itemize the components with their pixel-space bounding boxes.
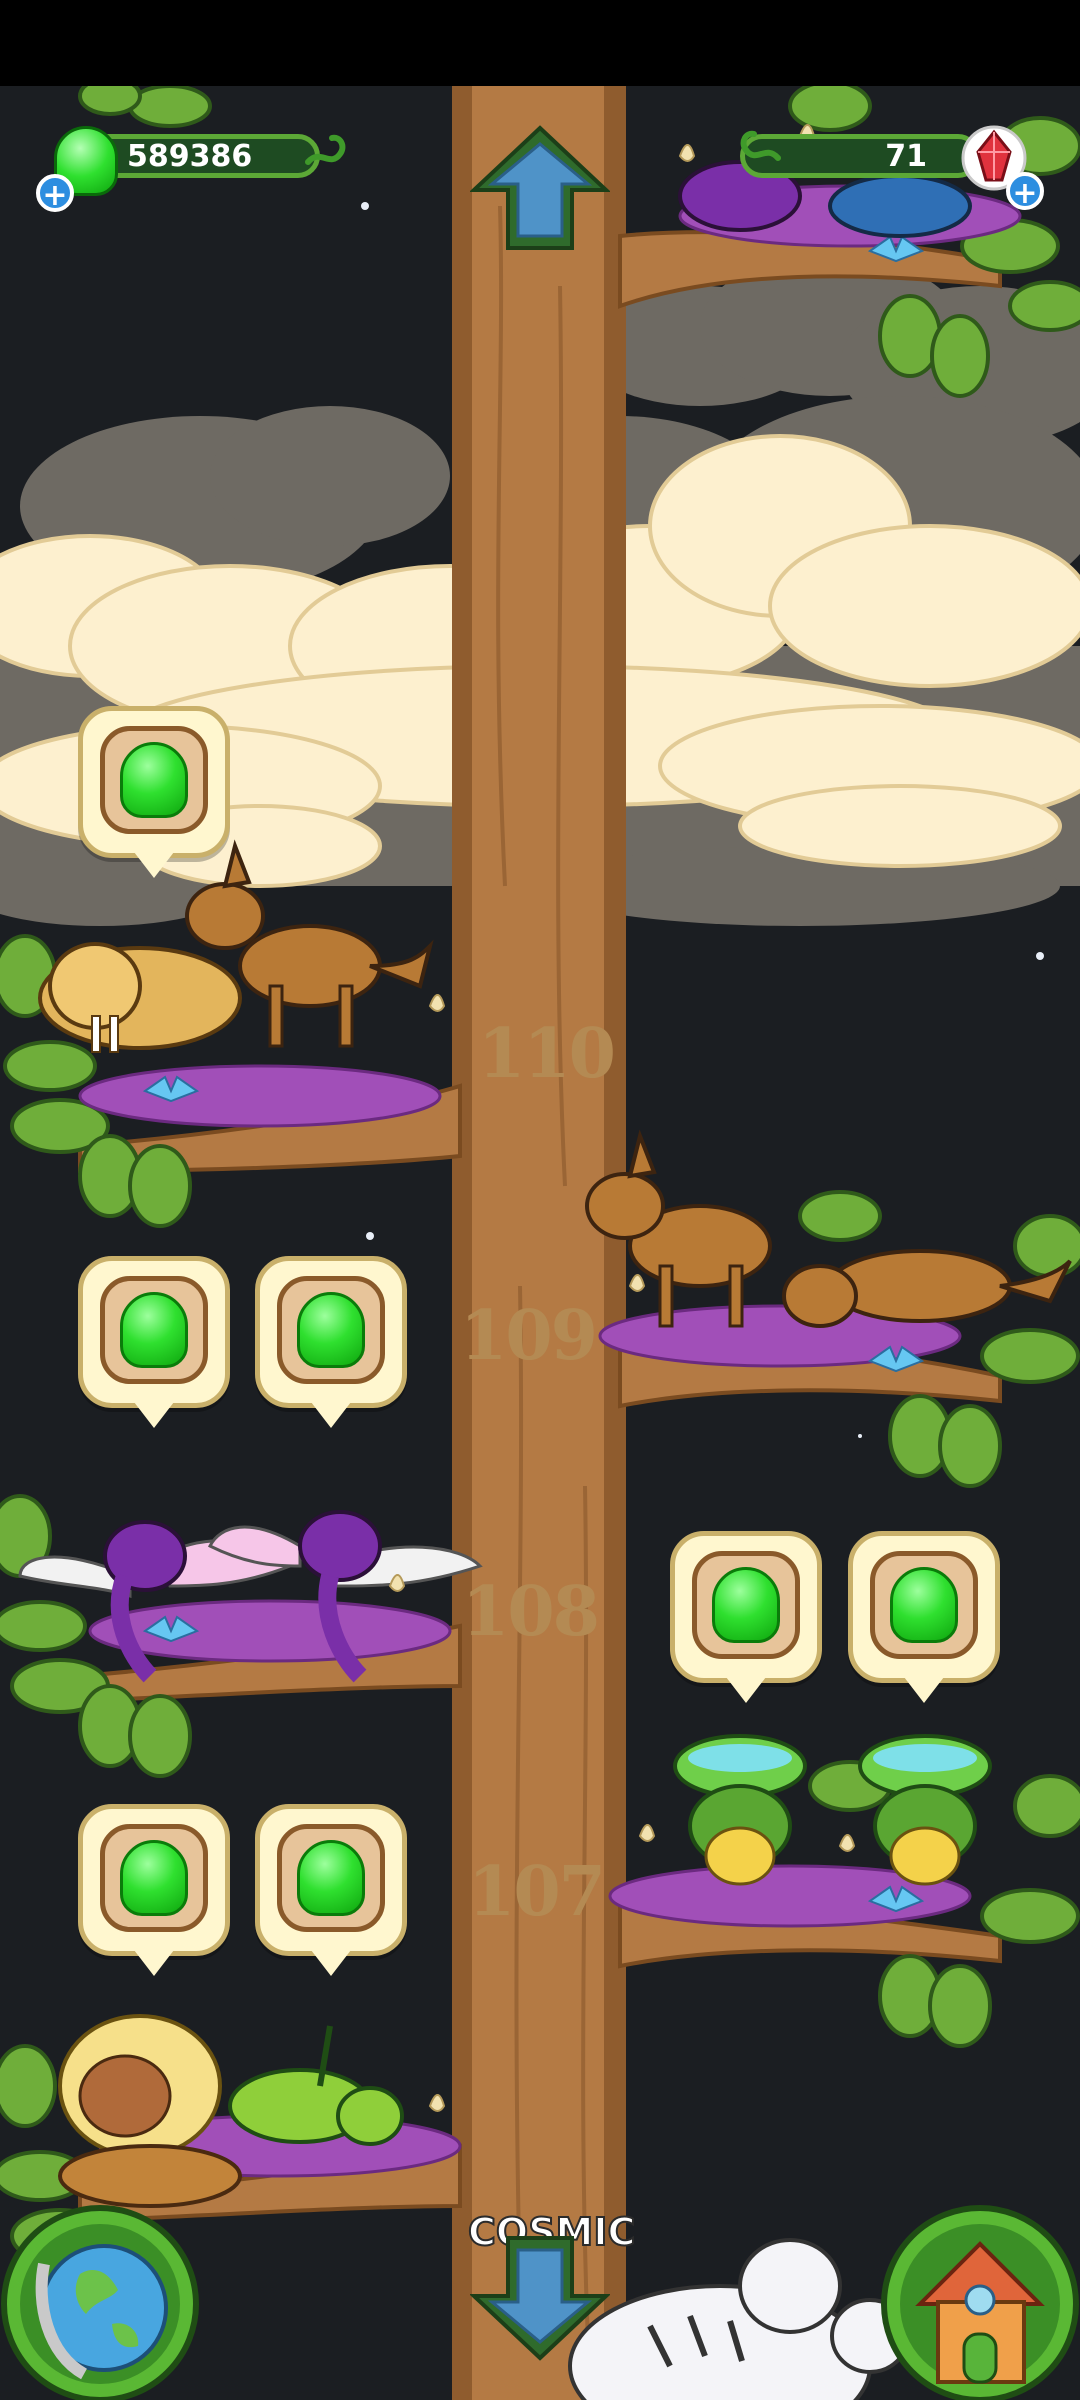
creature-golden-ape <box>58 2014 242 2208</box>
creature-lilypad-b <box>858 1734 992 1886</box>
gem-value: 71 <box>885 138 927 174</box>
globe-icon <box>1 2205 199 2400</box>
level-number-107: 107 <box>468 1852 606 1932</box>
currency-value: 589386 <box>127 138 253 174</box>
evolution-tree-scene[interactable]: 110 109 108 107 COSMIC <box>0 86 1080 2400</box>
creature-sabertooth <box>38 942 242 1053</box>
jelly-bubble-108-b[interactable] <box>255 1256 407 1428</box>
green-jelly-icon <box>120 1292 188 1368</box>
home-button[interactable] <box>880 2204 1080 2400</box>
green-jelly-icon <box>120 742 188 818</box>
green-jelly-icon <box>297 1292 365 1368</box>
jelly-bubble-108-a[interactable] <box>78 1256 230 1428</box>
add-currency-button[interactable]: + <box>36 174 74 213</box>
jelly-bubble-106-a[interactable] <box>78 1804 230 1976</box>
jelly-bubble-106-b[interactable] <box>255 1804 407 1976</box>
jelly-bubble-107-b[interactable] <box>848 1531 1000 1703</box>
green-jelly-icon <box>120 1840 188 1916</box>
green-jelly-icon <box>297 1840 365 1916</box>
green-jelly-icon <box>890 1567 958 1643</box>
green-jelly-icon <box>712 1567 780 1643</box>
status-bar <box>0 0 1080 86</box>
house-icon <box>881 2205 1079 2400</box>
arrow-down-icon <box>468 2236 612 2361</box>
leaf-swirl-icon <box>736 124 786 172</box>
game-screen: 110 109 108 107 COSMIC 589386 + 71 + <box>0 0 1080 2400</box>
scroll-down-button[interactable] <box>468 2234 612 2366</box>
level-number-108: 108 <box>462 1572 600 1652</box>
world-map-button[interactable] <box>0 2204 200 2400</box>
level-number-109: 109 <box>460 1296 598 1376</box>
scroll-up-button[interactable] <box>468 124 612 256</box>
scene-background <box>0 86 1080 2400</box>
jelly-bubble-107-a[interactable] <box>670 1531 822 1703</box>
level-number-110: 110 <box>478 1014 616 1094</box>
creature-grasshopper <box>228 2025 404 2146</box>
jelly-bubble-110[interactable] <box>78 706 230 878</box>
add-gems-button[interactable]: + <box>1006 172 1044 211</box>
arrow-up-icon <box>468 125 612 250</box>
creature-lilypad-a <box>673 1734 807 1886</box>
tree-trunk <box>452 86 626 2400</box>
leaf-swirl-icon <box>300 128 350 176</box>
